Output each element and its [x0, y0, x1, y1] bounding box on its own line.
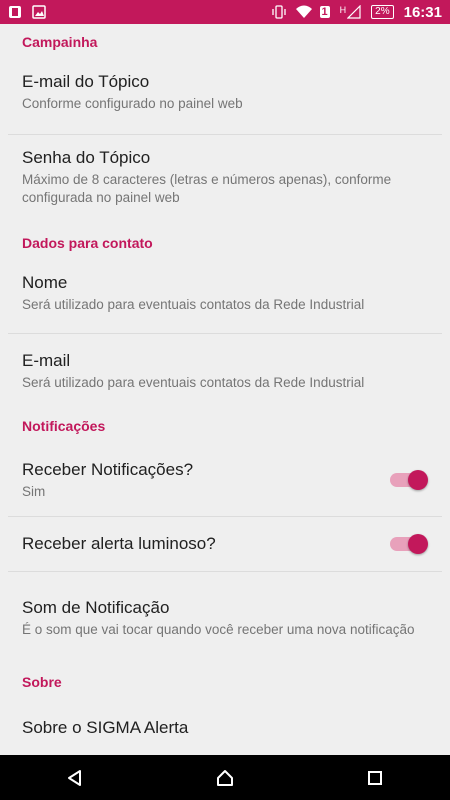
image-icon — [32, 5, 46, 19]
recents-button[interactable] — [355, 758, 395, 798]
clock: 16:31 — [403, 3, 442, 21]
light-alert-toggle[interactable] — [390, 534, 428, 554]
section-header-contato: Dados para contato — [22, 235, 153, 251]
vibrate-icon — [271, 5, 286, 19]
pref-title: E-mail — [22, 351, 71, 370]
pref-som-notificacao[interactable]: Som de Notificação É o som que vai tocar… — [0, 572, 450, 664]
settings-list[interactable]: Campainha E-mail do Tópico Conforme conf… — [0, 24, 450, 755]
notifications-toggle[interactable] — [390, 470, 428, 490]
pref-senha-topico[interactable]: Senha do Tópico Máximo de 8 caracteres (… — [0, 135, 450, 219]
navigation-bar — [0, 755, 450, 800]
pref-sobre-sigma[interactable]: Sobre o SIGMA Alerta — [0, 700, 450, 755]
section-header-notificacoes: Notificações — [22, 418, 106, 434]
pref-alerta-luminoso[interactable]: Receber alerta luminoso? — [0, 517, 450, 571]
pref-nome[interactable]: Nome Será utilizado para eventuais conta… — [0, 261, 450, 325]
pref-summary: Conforme configurado no painel web — [22, 96, 243, 111]
sim-icon: 1 — [319, 6, 330, 18]
section-header-sobre: Sobre — [22, 674, 62, 690]
pref-email-contato[interactable]: E-mail Será utilizado para eventuais con… — [0, 334, 450, 408]
battery-icon: 2% — [371, 5, 394, 19]
status-right: 1 H 2% 16:31 — [271, 3, 442, 21]
back-icon — [68, 769, 81, 786]
wifi-icon — [295, 5, 312, 19]
pref-summary: Será utilizado para eventuais contatos d… — [22, 375, 365, 390]
pref-summary: Sim — [22, 484, 46, 499]
pref-title: Receber Notificações? — [22, 460, 194, 479]
back-button[interactable] — [55, 758, 95, 798]
pref-title: E-mail do Tópico — [22, 72, 150, 91]
status-bar: 1 H 2% 16:31 — [0, 0, 450, 24]
recents-icon — [368, 770, 382, 785]
pref-summary: Máximo de 8 caracteres (letras e números… — [22, 172, 392, 205]
pref-title: Senha do Tópico — [22, 148, 151, 167]
pref-receber-notificacoes[interactable]: Receber Notificações? Sim — [0, 444, 450, 516]
network-type-label: H — [339, 5, 347, 15]
home-icon — [217, 769, 233, 786]
pref-summary: É o som que vai tocar quando você recebe… — [22, 622, 415, 637]
toggle-thumb — [408, 470, 428, 490]
signal-icon: H — [340, 5, 362, 19]
pref-title: Sobre o SIGMA Alerta — [22, 718, 189, 737]
pref-title: Receber alerta luminoso? — [22, 534, 216, 553]
pref-summary: Será utilizado para eventuais contatos d… — [22, 297, 365, 312]
toggle-thumb — [408, 534, 428, 554]
status-left — [8, 5, 46, 19]
home-button[interactable] — [205, 758, 245, 798]
pref-title: Nome — [22, 273, 68, 292]
pref-title: Som de Notificação — [22, 598, 170, 617]
section-header-campainha: Campainha — [22, 34, 98, 50]
notification-icon — [8, 5, 22, 19]
pref-email-topico[interactable]: E-mail do Tópico Conforme configurado no… — [0, 60, 450, 124]
